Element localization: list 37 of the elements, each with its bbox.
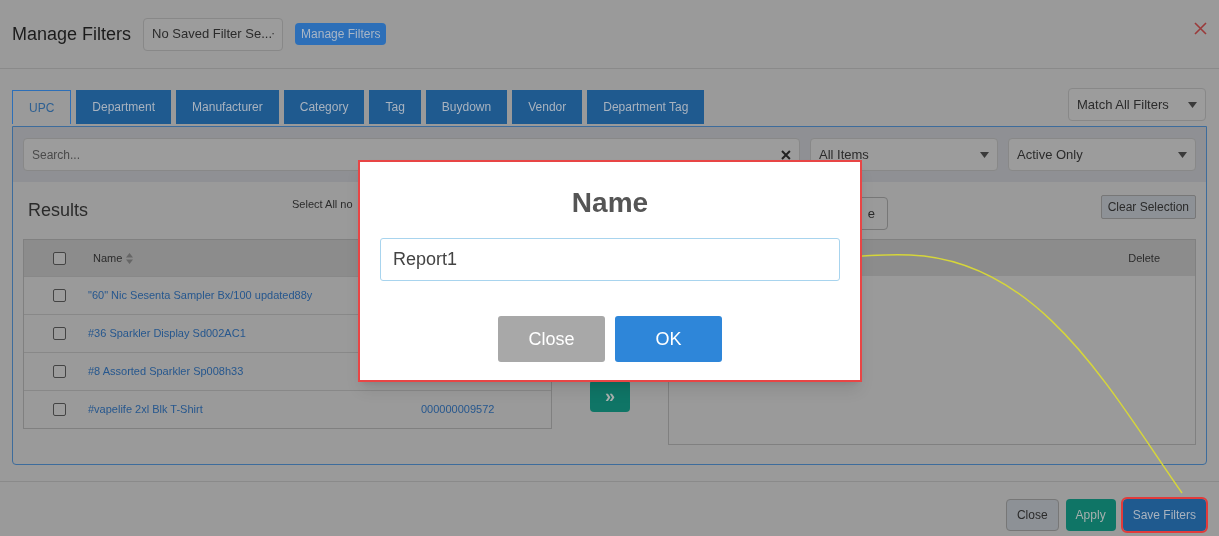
clear-icon[interactable] (781, 149, 791, 160)
results-title: Results (28, 199, 89, 222)
checkbox[interactable] (53, 365, 66, 378)
checkbox[interactable] (53, 403, 66, 416)
filter-tab[interactable]: Tag (369, 90, 421, 124)
close-button[interactable]: Close (1005, 499, 1059, 531)
saved-filter-select[interactable]: No Saved Filter Se... (143, 17, 284, 51)
window-title: Manage Filters (12, 22, 132, 46)
item-code-link[interactable]: 000000009572 (421, 401, 495, 418)
filter-tab[interactable]: Buydown (425, 90, 508, 124)
item-name-link[interactable]: #vapelife 2xl Blk T-Shirt (88, 401, 421, 418)
filter-tab[interactable]: Department (76, 90, 172, 124)
status-select[interactable]: Active Only (1008, 138, 1196, 171)
checkbox[interactable] (53, 327, 66, 340)
apply-button[interactable]: Apply (1065, 499, 1116, 531)
match-filters-select[interactable]: Match All Filters (1068, 88, 1206, 121)
items-select[interactable]: All Items (810, 138, 998, 171)
save-filters-button[interactable]: Save Filters (1122, 499, 1206, 531)
dialog-title: Name (571, 186, 649, 220)
filter-tab[interactable]: Department Tag (587, 90, 705, 124)
filter-tab[interactable]: Manufacturer (176, 90, 279, 124)
close-icon[interactable] (1194, 21, 1207, 35)
ok-button[interactable]: OK (615, 316, 722, 362)
search-input[interactable]: Search... (32, 145, 782, 164)
column-header: Delete (1128, 250, 1160, 266)
name-input[interactable]: Report1 (380, 238, 840, 281)
filter-tab[interactable]: Vendor (512, 90, 583, 124)
column-header[interactable]: Name (93, 249, 123, 267)
checkbox[interactable] (53, 251, 66, 265)
close-button[interactable]: Close (498, 316, 605, 362)
filter-tab[interactable]: UPC (12, 90, 72, 124)
clear-selection-button[interactable]: Clear Selection (1100, 194, 1196, 219)
filter-tab[interactable]: Category (283, 90, 365, 124)
checkbox[interactable] (53, 289, 66, 302)
select-all-link[interactable]: Select All no (292, 196, 353, 213)
manage-filters-button[interactable]: Manage Filters (295, 23, 387, 45)
move-right-button[interactable]: » (590, 380, 630, 412)
